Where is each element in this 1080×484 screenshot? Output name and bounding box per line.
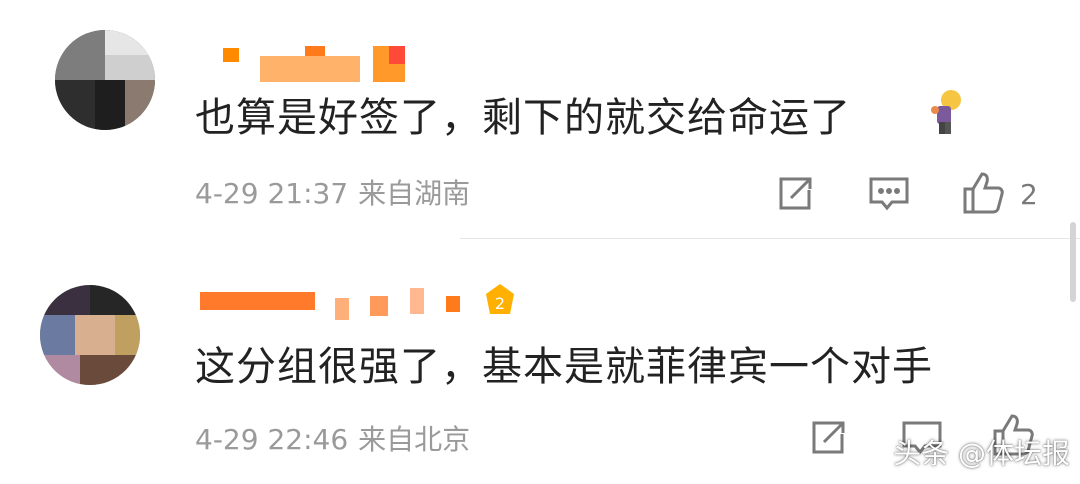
comment-location: 来自湖南 xyxy=(358,177,471,210)
comment-date: 4-29 22:46 xyxy=(195,423,349,456)
divider xyxy=(460,238,1080,239)
comment-item: 也算是好签了，剩下的就交给命运了 4-29 21:37 来自湖南 2 xyxy=(0,0,1080,240)
comment-location: 来自北京 xyxy=(358,423,471,456)
repost-icon[interactable] xyxy=(775,174,815,214)
svg-text:2: 2 xyxy=(495,294,505,313)
username-blurred[interactable]: 2 xyxy=(200,282,520,320)
comment-text: 也算是好签了，剩下的就交给命运了 xyxy=(195,95,851,141)
watermark: 头条 @体坛报 xyxy=(893,437,1070,470)
avatar[interactable] xyxy=(40,285,140,385)
comment-meta: 4-29 21:37 来自湖南 xyxy=(195,172,480,212)
comment-date: 4-29 21:37 xyxy=(195,177,349,210)
comment-icon[interactable] xyxy=(867,174,911,214)
username-blurred[interactable] xyxy=(215,42,415,82)
like-icon[interactable] xyxy=(960,170,1006,216)
avatar[interactable] xyxy=(55,30,155,130)
comment-meta: 4-29 22:46 来自北京 xyxy=(195,418,480,458)
comment-text: 这分组很强了，基本是就菲律宾一个对手 xyxy=(195,344,933,390)
level-badge-icon: 2 xyxy=(486,284,514,314)
person-emoji-icon xyxy=(931,90,961,134)
repost-icon[interactable] xyxy=(808,418,848,458)
like-count: 2 xyxy=(1020,178,1038,211)
